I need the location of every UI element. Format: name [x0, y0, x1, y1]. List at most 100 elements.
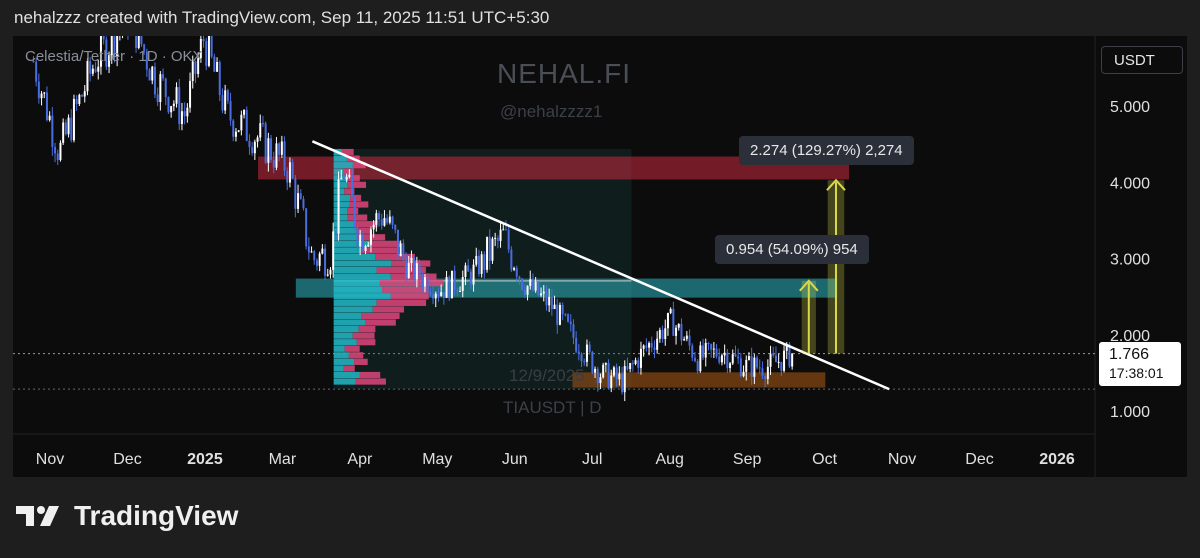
candle-body [661, 329, 664, 340]
candle-body [153, 66, 156, 95]
candle-body [556, 304, 559, 325]
candle-body [766, 366, 769, 380]
candle-body [56, 153, 59, 161]
candle-body [442, 292, 445, 298]
candle-body [734, 354, 737, 357]
watermark-brand: NEHAL.FI [497, 58, 632, 89]
vp-bar-upper [376, 299, 427, 306]
candle-body [221, 95, 224, 111]
candle-body [345, 177, 348, 180]
vp-bar-upper [361, 312, 400, 320]
vp-bar-upper [348, 352, 364, 359]
vp-bar-upper [343, 365, 355, 372]
chart-area[interactable]: 5.000 4.000 3.000 2.000 1.000 Nov Dec 2025 Mar Ap… [13, 36, 1187, 477]
candle-body [294, 178, 297, 209]
y-tick-label: 3.000 [1110, 252, 1150, 269]
candle-body [364, 246, 367, 252]
candle-body [307, 246, 310, 253]
vp-bar-lower [333, 253, 376, 261]
candle-body [81, 94, 84, 97]
vp-bar-lower [333, 332, 353, 339]
candle-body [375, 213, 378, 225]
candle-body [607, 363, 610, 389]
candle-body [726, 352, 729, 369]
candle-body [496, 237, 499, 241]
vp-bar-lower [333, 181, 348, 188]
candle-body [202, 38, 205, 42]
watermark-date: 12/9/2025 [509, 366, 585, 385]
candle-body [634, 360, 637, 364]
candle-body [175, 87, 178, 104]
candle-body [434, 293, 437, 299]
candle-body [359, 234, 362, 247]
vp-bar-upper [352, 332, 375, 339]
candle-body [531, 279, 534, 291]
candle-body [696, 361, 699, 372]
y-tick-label: 4.000 [1110, 175, 1150, 192]
bar-countdown: 17:38:01 [1109, 365, 1164, 381]
candle-body [410, 257, 413, 264]
candle-body [261, 123, 264, 125]
candle-body [656, 338, 659, 350]
candle-body [548, 296, 551, 306]
candle-body [650, 343, 653, 348]
candle-body [240, 114, 243, 131]
candle-body [723, 352, 726, 356]
currency-button[interactable]: USDT [1101, 46, 1183, 74]
candle-body [483, 254, 486, 270]
candle-body [672, 308, 675, 336]
candle-body [234, 131, 237, 137]
vp-bar-lower [333, 201, 350, 208]
candle-body [453, 270, 456, 291]
candle-body [218, 61, 221, 96]
candle-body [704, 342, 707, 358]
candle-body [102, 36, 105, 40]
candle-body [391, 216, 394, 225]
candle-body [340, 178, 343, 180]
candle-body [43, 92, 46, 94]
candle-body [685, 335, 688, 340]
candle-body [602, 364, 605, 378]
vp-bar-lower [333, 378, 356, 385]
vp-bar-lower [333, 319, 366, 326]
vp-bar-lower [333, 293, 391, 300]
candle-body [288, 162, 291, 183]
candle-body [629, 363, 632, 370]
candle-body [612, 367, 615, 376]
candle-body [91, 68, 94, 74]
candle-body [594, 368, 597, 373]
candle-body [164, 78, 167, 98]
candle-body [720, 355, 723, 363]
candle-body [251, 147, 254, 154]
candle-body [769, 353, 772, 367]
candle-body [623, 366, 626, 393]
candle-body [313, 251, 316, 261]
candle-body [610, 375, 613, 389]
candle-body [464, 265, 467, 278]
tradingview-logo[interactable]: TradingView [16, 500, 238, 532]
candle-body [59, 142, 62, 161]
candle-body [658, 329, 661, 339]
x-tick-label: 2025 [187, 451, 223, 468]
candle-body [604, 363, 607, 365]
candle-body [326, 274, 329, 276]
candle-body [83, 91, 86, 97]
vp-bar-upper [390, 293, 429, 300]
candle-body [772, 353, 775, 356]
vp-bar-upper [354, 358, 368, 365]
vp-bar-upper [379, 280, 444, 287]
candle-body [305, 208, 308, 247]
candle-body [596, 368, 599, 384]
candle-body [645, 345, 648, 348]
candle-body [599, 377, 602, 384]
candle-body [540, 293, 543, 296]
candle-body [253, 141, 256, 154]
candle-body [526, 285, 529, 295]
candle-body [386, 218, 389, 223]
candle-body [432, 294, 435, 299]
candle-body [777, 361, 780, 363]
candle-body [156, 94, 159, 103]
candle-body [440, 292, 443, 296]
candle-body [407, 263, 410, 279]
candle-body [545, 291, 548, 306]
